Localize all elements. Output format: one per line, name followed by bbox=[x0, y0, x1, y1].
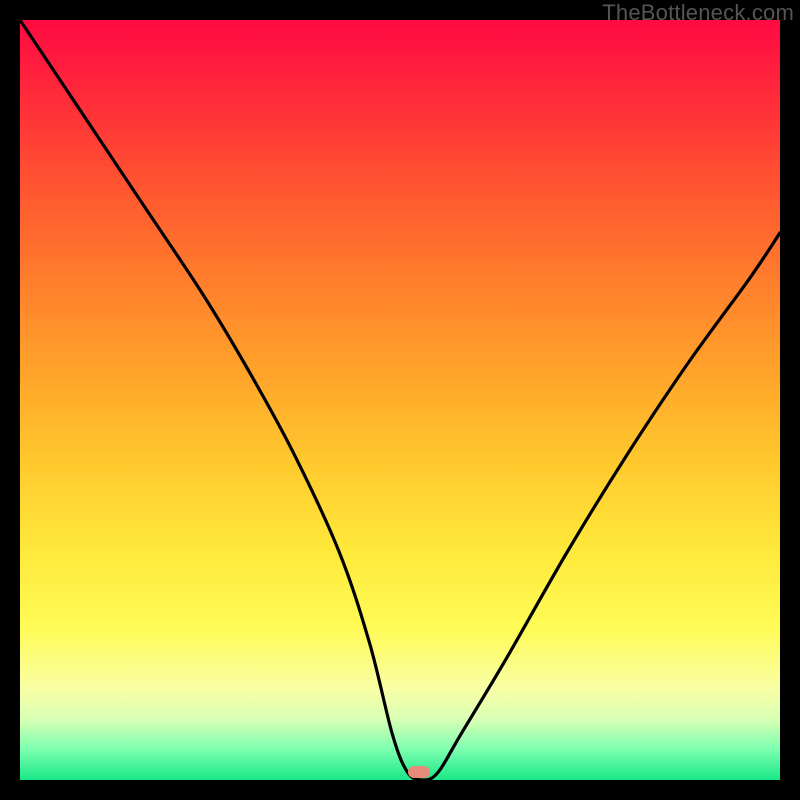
plot-area bbox=[20, 20, 780, 780]
chart-frame: TheBottleneck.com bbox=[0, 0, 800, 800]
optimal-point-marker bbox=[408, 766, 430, 778]
bottleneck-curve bbox=[20, 20, 780, 780]
watermark-text: TheBottleneck.com bbox=[602, 0, 794, 26]
